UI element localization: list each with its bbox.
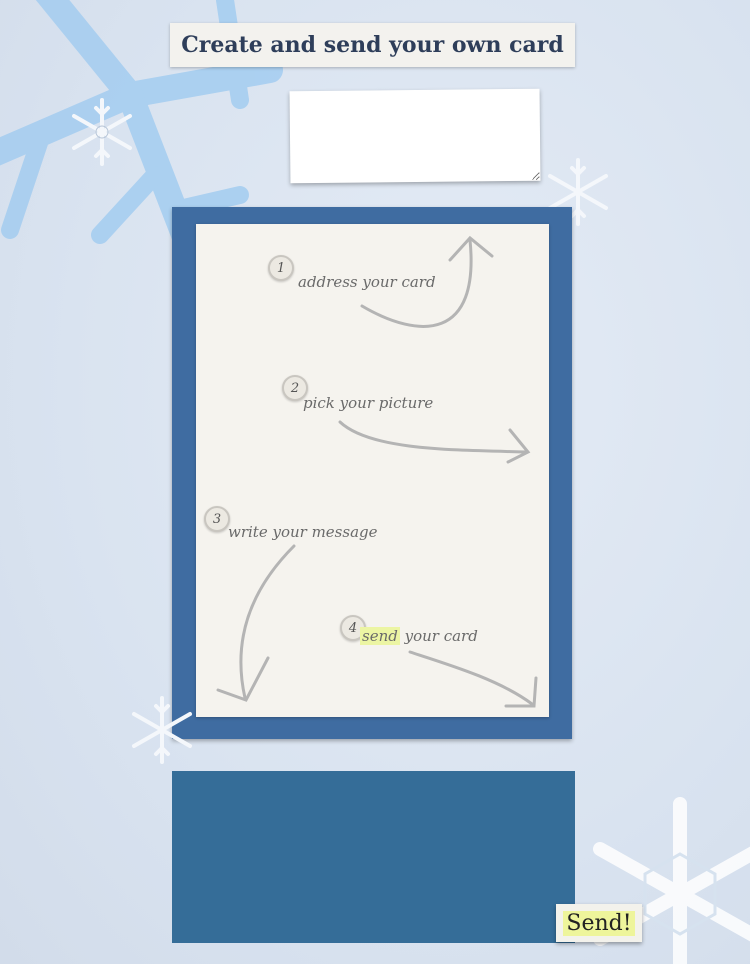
step-3-label: write your message [228, 523, 378, 541]
step-4-rest: your card [399, 627, 478, 645]
step-2-label: pick your picture [303, 394, 434, 412]
page-title-text: Create and send your own card [181, 32, 564, 58]
page-title: Create and send your own card [170, 23, 575, 67]
step-1-label: address your card [298, 273, 436, 291]
step-4-highlight: send [360, 627, 400, 645]
step-3-number: 3 [204, 506, 230, 532]
step-4-label: send your card [360, 627, 478, 645]
step-1-number: 1 [268, 255, 294, 281]
snowflake-icon [72, 98, 132, 166]
send-button[interactable]: Send! [556, 904, 642, 942]
message-input[interactable] [172, 771, 575, 943]
address-input[interactable] [289, 88, 541, 184]
send-button-label: Send! [563, 910, 635, 936]
